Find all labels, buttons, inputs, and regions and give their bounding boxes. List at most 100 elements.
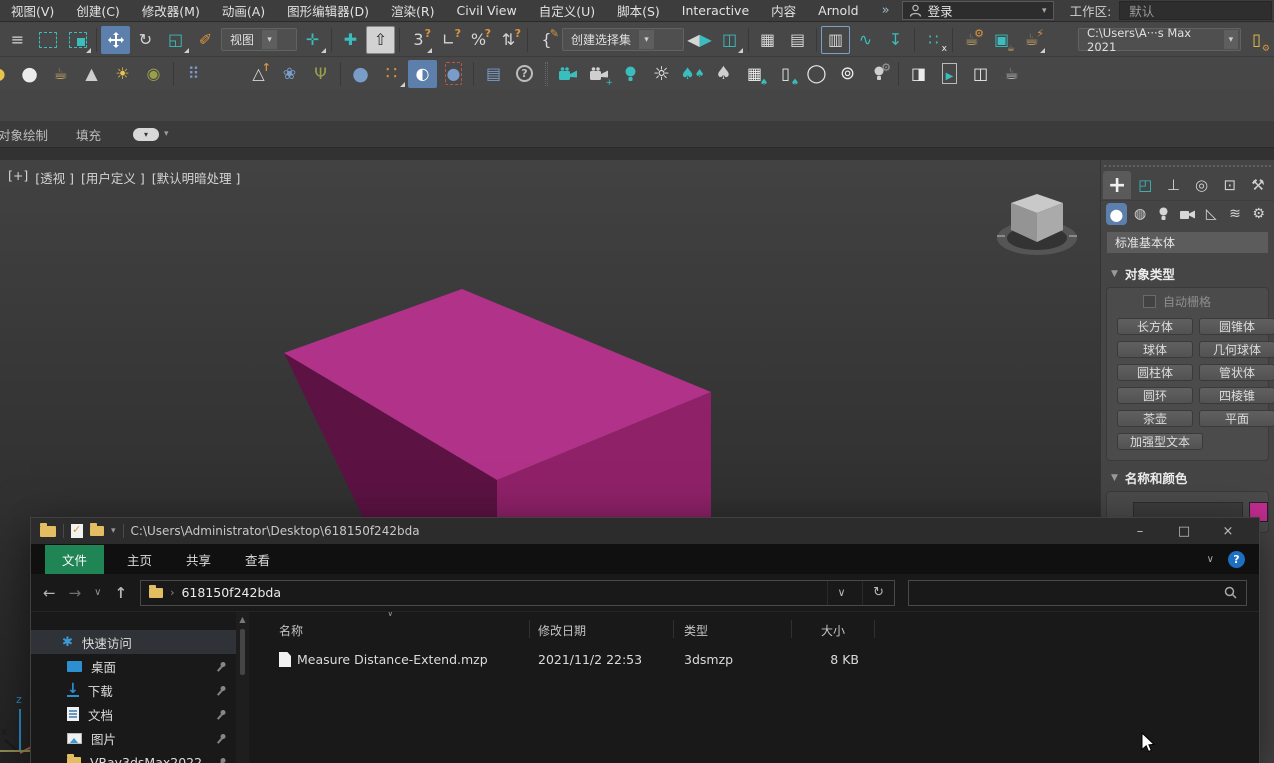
column-divider[interactable] bbox=[529, 620, 530, 638]
select-and-rotate-icon[interactable]: ↻ bbox=[131, 26, 160, 54]
sidebar-item-vray-folder[interactable]: VRay3dsMax2022 bbox=[31, 750, 236, 763]
category-shapes[interactable]: ◍ bbox=[1130, 203, 1151, 225]
scrollbar-thumb[interactable] bbox=[240, 629, 245, 675]
menu-customize[interactable]: 自定义(U) bbox=[528, 0, 606, 21]
cone-primitive-icon[interactable]: ▲ bbox=[77, 60, 106, 88]
sphere-button[interactable]: 球体 bbox=[1117, 341, 1193, 358]
column-divider[interactable] bbox=[874, 620, 875, 638]
ring-icon[interactable]: ◯ bbox=[802, 60, 831, 88]
category-space-warps[interactable]: ≋ bbox=[1225, 203, 1246, 225]
tab-display[interactable]: ⊡ bbox=[1216, 171, 1244, 199]
viewport-menu-shading[interactable]: [默认明暗处理 ] bbox=[152, 168, 241, 187]
use-pivot-center-icon[interactable]: ✛ bbox=[298, 26, 327, 54]
breadcrumb-chevron-icon[interactable]: › bbox=[170, 586, 174, 599]
light-bulb-icon[interactable] bbox=[616, 60, 645, 88]
edit-selection-sets-icon[interactable]: {✎ bbox=[532, 26, 561, 54]
column-header-size[interactable]: 大小 bbox=[821, 622, 845, 639]
reference-coordinate-dropdown[interactable]: 视图 ▾ bbox=[221, 28, 297, 51]
teapot-outline-icon[interactable]: ☕ bbox=[997, 60, 1026, 88]
view-cube[interactable] bbox=[975, 180, 1095, 272]
scroll-up-arrow[interactable]: ▲ bbox=[239, 615, 245, 624]
menu-scripting[interactable]: 脚本(S) bbox=[606, 0, 671, 21]
object-type-rollout-header[interactable]: ▼ 对象类型 bbox=[1101, 257, 1274, 287]
tower-icon[interactable]: △↑ bbox=[244, 60, 273, 88]
tree-page-icon[interactable]: ▯♠ bbox=[771, 60, 800, 88]
render-production-icon[interactable]: ☕⚡ bbox=[1017, 26, 1046, 54]
forward-button[interactable]: → bbox=[69, 584, 82, 602]
box-button[interactable]: 长方体 bbox=[1117, 318, 1193, 335]
snaps-cross-icon[interactable]: ✚ bbox=[336, 26, 365, 54]
explorer-title-bar[interactable]: ▾ C:\Users\Administrator\Desktop\618150f… bbox=[31, 518, 1259, 544]
file-name[interactable]: Measure Distance-Extend.mzp bbox=[297, 652, 488, 667]
pyramid-button[interactable]: 四棱锥 bbox=[1199, 387, 1274, 404]
category-geometry[interactable]: ● bbox=[1106, 203, 1127, 225]
category-helpers[interactable]: ◺ bbox=[1201, 203, 1222, 225]
tab-motion[interactable]: ◎ bbox=[1188, 171, 1216, 199]
address-bar[interactable]: › 618150f242bda ∨ ↻ bbox=[140, 580, 895, 606]
color-balls-icon[interactable]: ∷ bbox=[377, 60, 406, 88]
clipboard-icon[interactable]: ▤ bbox=[479, 60, 508, 88]
menu-animation[interactable]: 动画(A) bbox=[211, 0, 276, 21]
plane-button[interactable]: 平面 bbox=[1199, 410, 1274, 427]
autogrid-checkbox[interactable] bbox=[1143, 295, 1156, 308]
window-split-icon[interactable]: ◫ bbox=[966, 60, 995, 88]
tab-hierarchy[interactable]: ⊥ bbox=[1159, 171, 1187, 199]
sphere-panel-button[interactable]: ◐ bbox=[408, 60, 437, 88]
ribbon-tab-object-paint[interactable]: 对象绘制 bbox=[0, 125, 62, 144]
camera-icon[interactable] bbox=[554, 60, 583, 88]
cylinder-button[interactable]: 圆柱体 bbox=[1117, 364, 1193, 381]
tab-modify[interactable]: ◰ bbox=[1131, 171, 1159, 199]
menu-civil-view[interactable]: Civil View bbox=[446, 0, 528, 21]
rendered-frame-window-icon[interactable]: ▣☕ bbox=[987, 26, 1016, 54]
project-folder-dropdown[interactable]: C:\Users\A···s Max 2021 ▾ bbox=[1078, 28, 1241, 51]
tab-view[interactable]: 查看 bbox=[228, 545, 287, 574]
teapot-primitive-icon[interactable]: ☕ bbox=[46, 60, 75, 88]
menu-content[interactable]: 内容 bbox=[760, 0, 807, 21]
ribbon-options-arrow[interactable]: ▾ bbox=[164, 129, 169, 139]
recent-locations-arrow[interactable]: ∨ bbox=[94, 587, 101, 598]
up-button[interactable]: ↑ bbox=[114, 584, 127, 602]
menu-interactive[interactable]: Interactive bbox=[671, 0, 760, 21]
blue-sphere-icon[interactable]: ● bbox=[346, 60, 375, 88]
menu-arnold[interactable]: Arnold bbox=[807, 0, 869, 21]
select-and-scale-icon[interactable]: ◱ bbox=[161, 26, 190, 54]
schematic-view-icon[interactable]: ↧ bbox=[881, 26, 910, 54]
ribbon-tab-populate[interactable]: 填充 bbox=[62, 125, 115, 144]
geosphere-button[interactable]: 几何球体 bbox=[1199, 341, 1274, 358]
workspace-selector[interactable]: 默认 bbox=[1119, 1, 1272, 20]
column-header-type[interactable]: 类型 bbox=[684, 622, 708, 639]
snap-3d-icon[interactable]: 3? bbox=[404, 26, 433, 54]
select-and-place-icon[interactable]: ✐ bbox=[191, 26, 220, 54]
select-and-move-button[interactable] bbox=[101, 26, 130, 54]
window-play-icon[interactable]: ▶ bbox=[935, 60, 964, 88]
sidebar-item-quick-access[interactable]: ✱ 快速访问 bbox=[31, 630, 236, 654]
layers-sphere-icon[interactable]: ⊚ bbox=[833, 60, 862, 88]
sign-in-dropdown-arrow[interactable]: ▾ bbox=[1042, 6, 1047, 16]
select-and-link-icon[interactable]: ≡ bbox=[3, 26, 32, 54]
torus-button[interactable]: 圆环 bbox=[1117, 387, 1193, 404]
menu-graph-editors[interactable]: 图形编辑器(D) bbox=[276, 0, 380, 21]
sidebar-item-downloads[interactable]: ↓ 下载 bbox=[31, 678, 236, 702]
new-folder-quick-icon[interactable] bbox=[90, 526, 104, 536]
omni-light-icon[interactable]: ☼ bbox=[647, 60, 676, 88]
ribbon-minimize-button[interactable]: ▾ bbox=[133, 128, 159, 141]
viewport-menu-pov[interactable]: [透视 ] bbox=[35, 168, 74, 187]
named-selection-sets-dropdown[interactable]: 创建选择集 ▾ bbox=[562, 28, 684, 51]
sphere-region-icon[interactable]: ● bbox=[439, 60, 468, 88]
align-icon[interactable]: ◫ bbox=[715, 26, 744, 54]
material-editor-icon[interactable]: ∷x bbox=[919, 26, 948, 54]
category-systems[interactable]: ⚙ bbox=[1248, 203, 1269, 225]
sidebar-scrollbar[interactable]: ▲ bbox=[236, 612, 249, 763]
sun-icon[interactable]: ☀ bbox=[108, 60, 137, 88]
primitive-category-dropdown[interactable]: 标准基本体 bbox=[1107, 232, 1268, 253]
close-button[interactable]: × bbox=[1206, 524, 1250, 539]
properties-quick-icon[interactable] bbox=[71, 524, 83, 538]
ribbon-collapse-icon[interactable]: ∨ bbox=[1207, 554, 1214, 565]
refresh-button[interactable]: ↻ bbox=[862, 581, 894, 605]
dropdown-arrow-icon[interactable]: ▾ bbox=[1224, 30, 1238, 49]
menu-create[interactable]: 创建(C) bbox=[65, 0, 130, 21]
tall-tree-icon[interactable]: ♠ bbox=[709, 60, 738, 88]
sidebar-item-documents[interactable]: 文档 bbox=[31, 702, 236, 726]
angle-snap-icon[interactable]: ∟? bbox=[434, 26, 463, 54]
sphere-primitive-icon[interactable]: ● bbox=[0, 60, 13, 88]
